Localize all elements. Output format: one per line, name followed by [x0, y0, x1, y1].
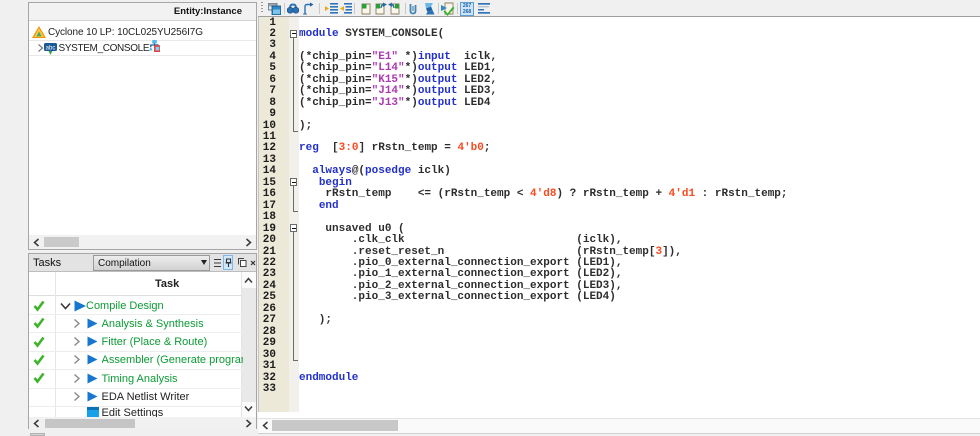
svg-text:abc: abc	[46, 46, 56, 52]
